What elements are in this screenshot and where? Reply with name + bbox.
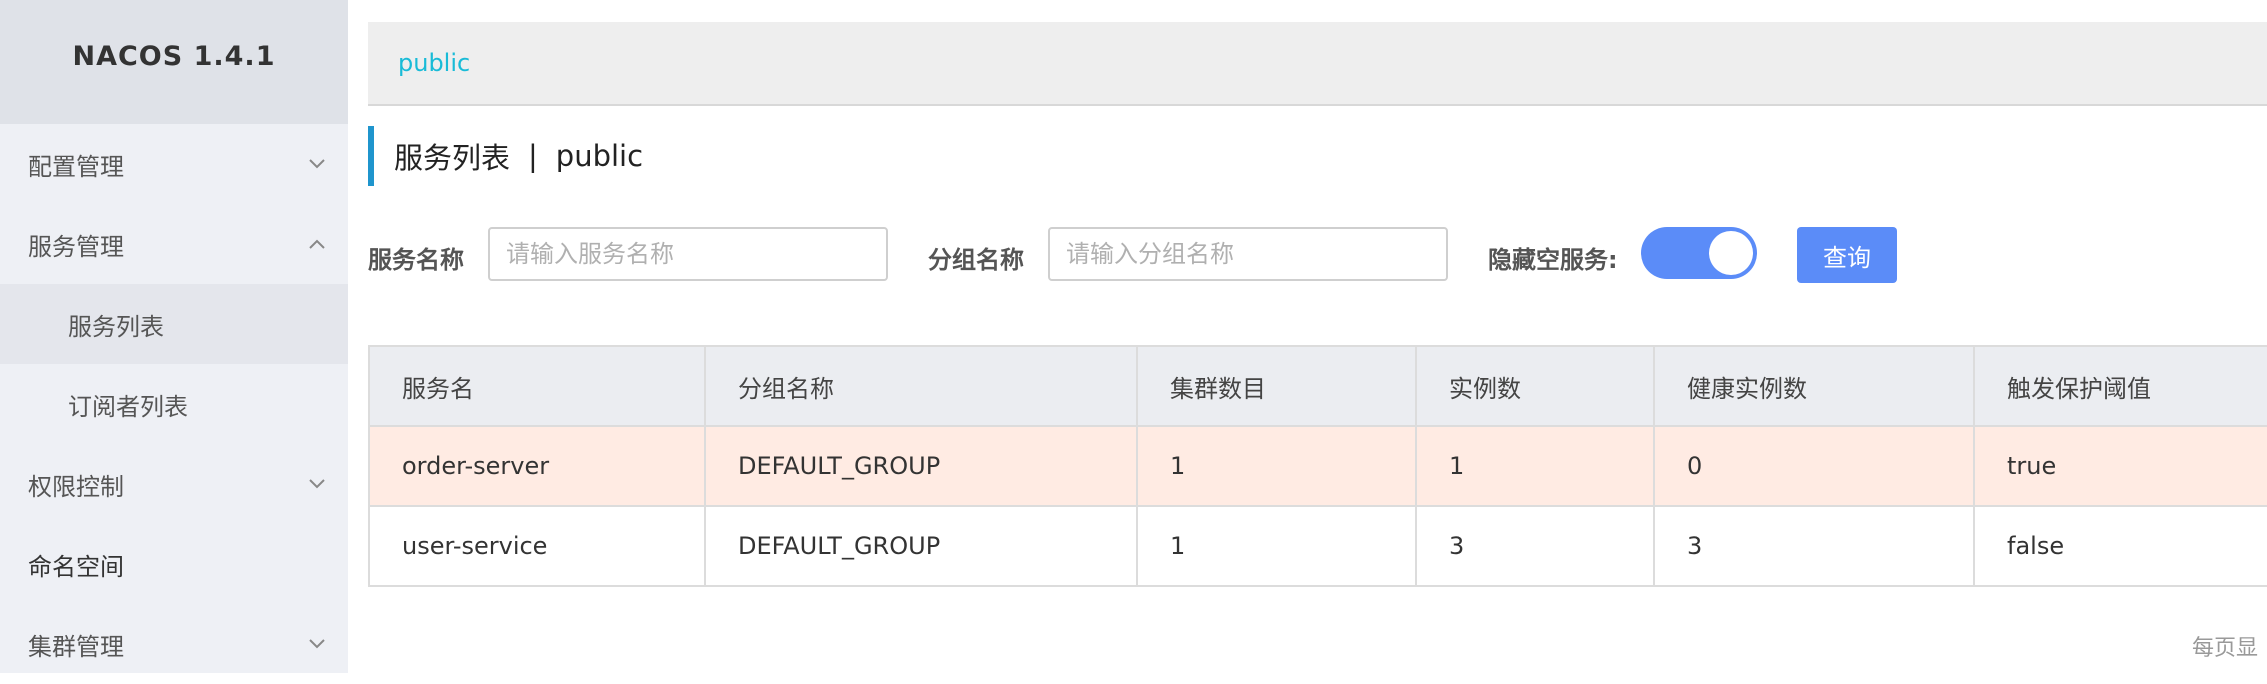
sidebar-item-namespace[interactable]: 命名空间: [0, 524, 348, 604]
table-row[interactable]: user-service DEFAULT_GROUP 1 3 3 false: [368, 505, 2267, 587]
sidebar-item-label: 集群管理: [28, 632, 124, 661]
table-cell: order-server: [368, 425, 706, 507]
service-name-label: 服务名称: [368, 246, 464, 274]
hide-empty-services-label: 隐藏空服务:: [1488, 246, 1618, 274]
sidebar-item-label: 命名空间: [28, 552, 124, 581]
table-cell: 1: [1415, 425, 1655, 507]
service-table: 服务名 分组名称 集群数目 实例数 健康实例数 触发保护阈值 order-ser…: [368, 345, 2267, 587]
chevron-up-icon: [306, 233, 328, 255]
sidebar-item-cluster-management[interactable]: 集群管理: [0, 604, 348, 684]
page-title-namespace: public: [555, 139, 644, 173]
column-header-group-name: 分组名称: [704, 345, 1138, 427]
chevron-down-icon: [306, 633, 328, 655]
sidebar-item-service-list[interactable]: 服务列表: [0, 284, 348, 364]
namespace-bar: public: [368, 22, 2267, 106]
column-header-service-name: 服务名: [368, 345, 706, 427]
sidebar: NACOS 1.4.1 配置管理 服务管理 服务列表 订阅者列表 权限控制 命名…: [0, 0, 348, 673]
page-title: 服务列表 | public: [368, 126, 643, 186]
page-title-text: 服务列表: [394, 141, 511, 175]
service-name-input[interactable]: [488, 227, 888, 281]
hide-empty-services-toggle[interactable]: [1641, 227, 1757, 279]
column-header-cluster-count: 集群数目: [1136, 345, 1417, 427]
table-cell: false: [1973, 505, 2267, 587]
title-separator: |: [528, 139, 538, 173]
table-cell: 1: [1136, 425, 1417, 507]
column-header-instance-count: 实例数: [1415, 345, 1655, 427]
table-row[interactable]: order-server DEFAULT_GROUP 1 1 0 true: [368, 425, 2267, 507]
sidebar-item-label: 权限控制: [28, 472, 124, 501]
namespace-tab-public[interactable]: public: [398, 49, 470, 77]
sidebar-item-label: 配置管理: [28, 152, 124, 181]
sidebar-item-label: 订阅者列表: [68, 392, 188, 421]
chevron-down-icon: [306, 153, 328, 175]
sidebar-item-subscriber-list[interactable]: 订阅者列表: [0, 364, 348, 444]
table-cell: user-service: [368, 505, 706, 587]
group-name-label: 分组名称: [928, 246, 1024, 274]
group-name-input[interactable]: [1048, 227, 1448, 281]
table-cell: 1: [1136, 505, 1417, 587]
table-cell: DEFAULT_GROUP: [704, 425, 1138, 507]
page-size-label: 每页显: [2192, 636, 2259, 661]
column-header-protect-threshold: 触发保护阈值: [1973, 345, 2267, 427]
app-logo: NACOS 1.4.1: [0, 0, 348, 124]
sidebar-item-permission-control[interactable]: 权限控制: [0, 444, 348, 524]
sidebar-item-config-management[interactable]: 配置管理: [0, 124, 348, 204]
table-cell: 0: [1653, 425, 1975, 507]
sidebar-item-label: 服务列表: [68, 312, 164, 341]
table-cell: DEFAULT_GROUP: [704, 505, 1138, 587]
sidebar-item-service-management[interactable]: 服务管理: [0, 204, 348, 284]
column-header-healthy-instance-count: 健康实例数: [1653, 345, 1975, 427]
table-cell: 3: [1653, 505, 1975, 587]
sidebar-item-label: 服务管理: [28, 232, 124, 261]
table-cell: true: [1973, 425, 2267, 507]
toggle-knob: [1709, 231, 1753, 275]
query-button[interactable]: 查询: [1797, 227, 1897, 283]
table-header-row: 服务名 分组名称 集群数目 实例数 健康实例数 触发保护阈值: [368, 345, 2267, 427]
table-cell: 3: [1415, 505, 1655, 587]
chevron-down-icon: [306, 473, 328, 495]
